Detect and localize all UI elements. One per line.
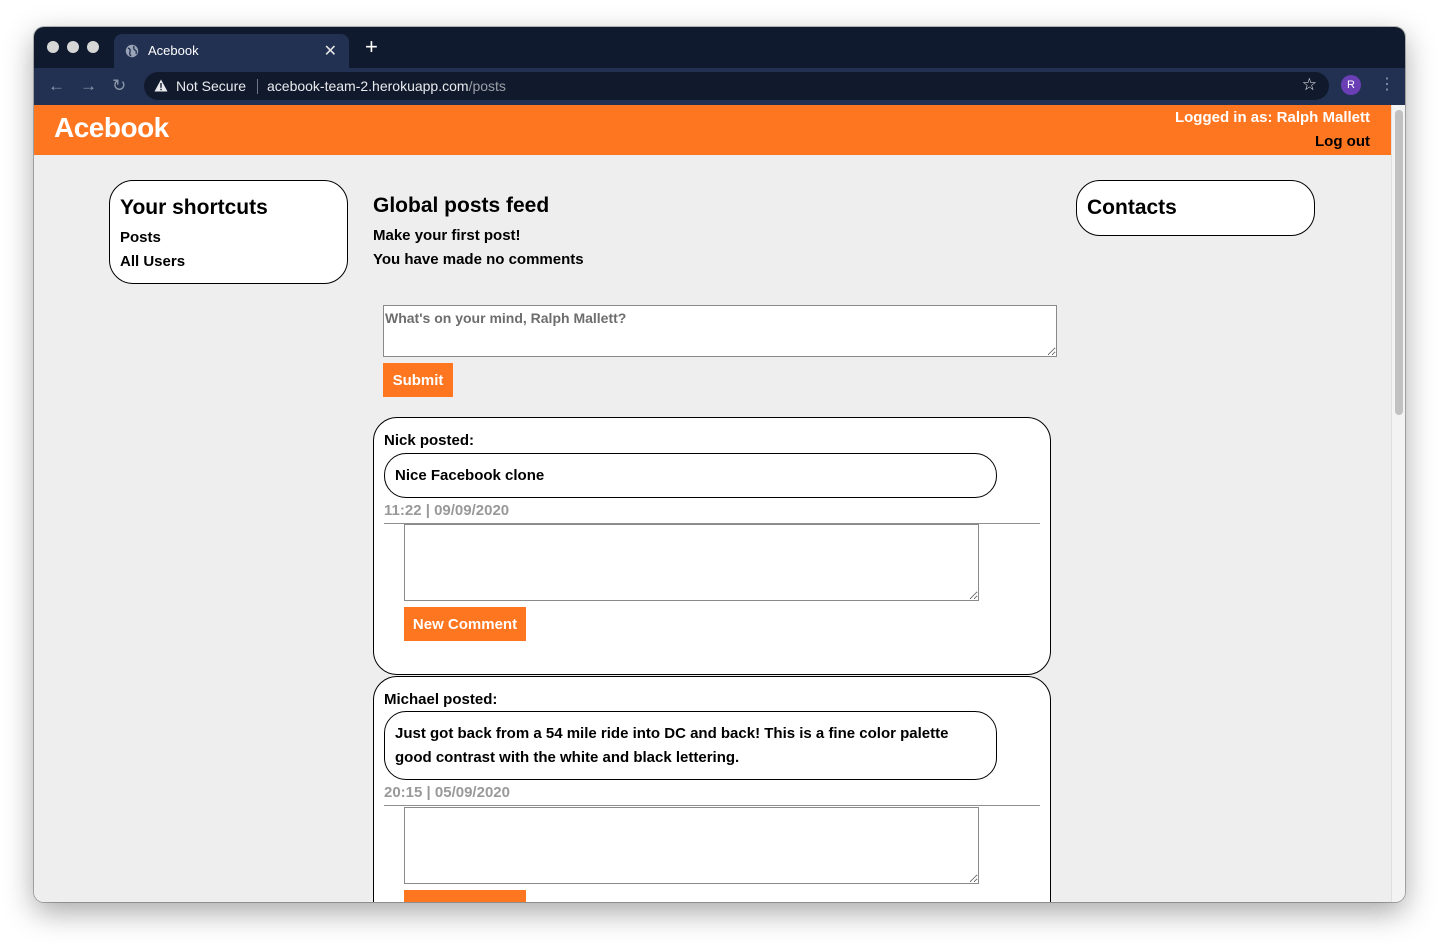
comment-input[interactable] xyxy=(404,524,979,601)
post-author: Michael posted: xyxy=(384,691,498,708)
logged-in-label: Logged in as: Ralph Mallett xyxy=(1174,109,1370,126)
close-tab-icon[interactable]: ✕ xyxy=(324,41,337,61)
browser-window: Acebook ✕ + ← → ↻ Not Secure acebook-tea… xyxy=(34,27,1405,902)
site-header: Acebook Logged in as: Ralph Mallett Log … xyxy=(34,105,1391,155)
url-path: /posts xyxy=(468,78,506,94)
shortcut-posts-link[interactable]: Posts xyxy=(120,229,161,246)
globe-icon xyxy=(125,44,139,58)
browser-tab[interactable]: Acebook ✕ xyxy=(114,34,349,68)
post-timestamp: 20:15 | 05/09/2020 xyxy=(384,784,510,801)
brand-logo[interactable]: Acebook xyxy=(54,112,169,144)
scrollbar-thumb[interactable] xyxy=(1395,110,1403,415)
page-scrollbar[interactable] xyxy=(1391,105,1405,902)
shortcuts-title: Your shortcuts xyxy=(120,196,268,219)
post-divider xyxy=(384,805,1040,806)
minimize-window-button[interactable] xyxy=(67,41,79,53)
post-author: Nick posted: xyxy=(384,432,475,449)
address-separator xyxy=(257,79,258,94)
back-arrow-icon[interactable]: ← xyxy=(48,77,65,94)
more-menu-icon[interactable]: ⋮ xyxy=(1379,74,1395,94)
zoom-window-button[interactable] xyxy=(87,41,99,53)
contacts-title: Contacts xyxy=(1087,196,1177,219)
page-viewport: Acebook Logged in as: Ralph Mallett Log … xyxy=(34,105,1391,902)
first-post-message: Make your first post! xyxy=(373,227,521,244)
forward-arrow-icon[interactable]: → xyxy=(80,77,97,94)
new-post-input[interactable] xyxy=(383,305,1057,357)
shortcut-all-users-link[interactable]: All Users xyxy=(120,253,185,270)
url-text: acebook-team-2.herokuapp.com/posts xyxy=(267,78,506,94)
submit-post-button[interactable]: Submit xyxy=(383,363,453,397)
new-tab-plus-icon[interactable]: + xyxy=(365,36,378,58)
bookmark-star-icon[interactable]: ☆ xyxy=(1302,75,1317,95)
post-timestamp: 11:22 | 09/09/2020 xyxy=(384,502,510,519)
contacts-panel: Contacts xyxy=(1076,180,1315,236)
reload-icon[interactable]: ↻ xyxy=(112,77,126,94)
post-card: Michael posted: Just got back from a 54 … xyxy=(373,676,1051,902)
profile-avatar[interactable]: R xyxy=(1341,75,1361,95)
browser-toolbar: ← → ↻ Not Secure acebook-team-2.herokuap… xyxy=(34,68,1405,105)
no-comments-message: You have made no comments xyxy=(373,251,584,268)
tab-bar: Acebook ✕ + xyxy=(34,27,1405,68)
new-comment-button[interactable]: New Comment xyxy=(404,607,526,641)
logout-link[interactable]: Log out xyxy=(1315,133,1370,150)
tab-title: Acebook xyxy=(148,43,199,58)
post-body: Nice Facebook clone xyxy=(384,453,997,498)
close-window-button[interactable] xyxy=(47,41,59,53)
feed-title: Global posts feed xyxy=(373,194,550,217)
not-secure-label: Not Secure xyxy=(176,78,247,94)
warning-icon xyxy=(154,79,168,92)
shortcuts-panel: Your shortcuts Posts All Users xyxy=(109,180,348,284)
comment-input[interactable] xyxy=(404,807,979,884)
new-comment-button[interactable]: New Comment xyxy=(404,890,526,902)
post-body: Just got back from a 54 mile ride into D… xyxy=(384,711,997,780)
address-bar[interactable]: Not Secure acebook-team-2.herokuapp.com/… xyxy=(144,72,1329,100)
url-domain: acebook-team-2.herokuapp.com xyxy=(267,78,469,94)
post-card: Nick posted: Nice Facebook clone 11:22 |… xyxy=(373,417,1051,675)
